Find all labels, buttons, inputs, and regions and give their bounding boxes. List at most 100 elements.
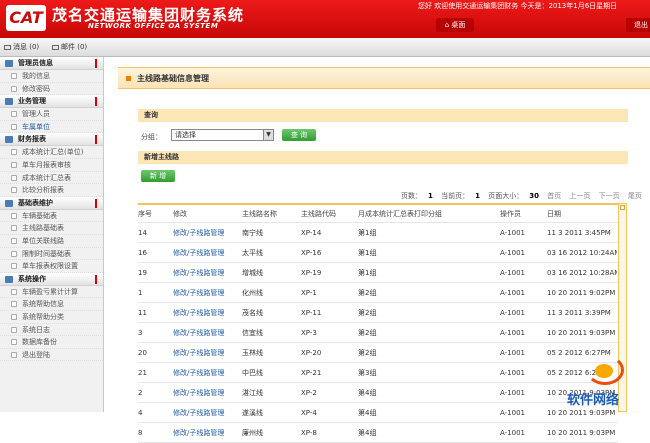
sidebar-item-label: 主线路基础表 (22, 224, 64, 233)
sidebar-item[interactable]: 数据库备份 (0, 336, 103, 349)
chevron-down-icon: ▼ (263, 130, 273, 140)
section-accent-mark (95, 135, 97, 145)
table-cell: A-1001 (500, 369, 525, 377)
last-page-link[interactable]: 尾页 (628, 192, 642, 200)
column-header: 月成本统计汇总表打印分组 (358, 210, 442, 218)
next-page-link[interactable]: 下一页 (599, 192, 620, 200)
page-title-bar: 主线路基础信息管理 (118, 67, 650, 89)
category-select[interactable]: 请选择 ▼ (171, 129, 274, 141)
sidebar-item-label: 车辆盈亏累计计算 (22, 287, 78, 296)
sidebar-item[interactable]: 主线路基础表 (0, 222, 103, 235)
table-cell: 第2组 (358, 309, 377, 317)
edit-link[interactable]: 修改/子线路管理 (173, 403, 239, 422)
sidebar-item[interactable]: 我的信息 (0, 70, 103, 83)
sidebar-item[interactable]: 退出登陆 (0, 349, 103, 362)
messages-label: 消息 (0) (13, 43, 40, 51)
sidebar-section-header[interactable]: 基础表维护 (0, 196, 103, 210)
desktop-button[interactable]: ⌂ 桌面 (436, 18, 474, 32)
sidebar-item[interactable]: 车属单位 (0, 121, 103, 134)
add-section-header: 新增主线路 (138, 151, 628, 164)
query-button[interactable]: 查 询 (282, 129, 316, 141)
sidebar-item[interactable]: 比较分析报表 (0, 184, 103, 197)
routes-table: 序号 修改 主线路名称 主线路代码 月成本统计汇总表打印分组 操作员 日期 14 修改/子线路管… (138, 203, 618, 443)
page-icon (11, 225, 17, 232)
edit-link[interactable]: 修改/子线路管理 (173, 423, 239, 442)
table-cell: XP-19 (301, 269, 322, 277)
edit-link[interactable]: 修改/子线路管理 (173, 363, 239, 382)
sidebar-item[interactable]: 修改密码 (0, 83, 103, 96)
sidebar-item[interactable]: 单位关联线路 (0, 235, 103, 248)
sidebar-section-header[interactable]: 系统操作 (0, 272, 103, 286)
table-cell: 第1组 (358, 229, 377, 237)
sidebar-item[interactable]: 单车报表权限设置 (0, 260, 103, 273)
edit-link[interactable]: 修改/子线路管理 (173, 223, 239, 242)
table-cell: 廉州线 (242, 429, 263, 437)
table-cell: A-1001 (500, 309, 525, 317)
column-header: 主线路名称 (242, 210, 277, 218)
edit-link[interactable]: 修改/子线路管理 (173, 383, 239, 402)
page-icon (11, 187, 17, 194)
table-cell: XP-2 (301, 389, 317, 397)
section-accent-mark (95, 198, 97, 208)
sidebar-item[interactable]: 管理人员 (0, 108, 103, 121)
table-row: 14 修改/子线路管理 南宁线 XP-14 第1组 A-1001 11 3 2011 3:4… (138, 223, 618, 243)
table-cell: A-1001 (500, 409, 525, 417)
first-page-link[interactable]: 首页 (547, 192, 561, 200)
table-cell: 03 16 2012 10:28AM (547, 269, 617, 277)
table-cell: XP-14 (301, 229, 322, 237)
table-cell: 化州线 (242, 289, 263, 297)
table-cell: 21 (138, 369, 147, 377)
table-cell: A-1001 (500, 229, 525, 237)
company-logo: CAT (6, 5, 46, 31)
sidebar-item[interactable]: 单车月报表审核 (0, 159, 103, 172)
sidebar-item[interactable]: 车辆基础表 (0, 210, 103, 223)
sidebar-item[interactable]: 系统帮助分类 (0, 311, 103, 324)
table-row: 16 修改/子线路管理 太平线 XP-16 第1组 A-1001 03 16 2012 10… (138, 243, 618, 263)
section-accent-mark (95, 59, 97, 68)
table-cell: A-1001 (500, 389, 525, 397)
watermark-dot-icon (595, 364, 613, 378)
sidebar-item[interactable]: 系统日志 (0, 324, 103, 337)
sidebar-section-header[interactable]: 管理员信息 (0, 57, 103, 70)
table-cell: XP-16 (301, 249, 322, 257)
column-header: 操作员 (500, 210, 521, 218)
sidebar-item[interactable]: 车辆盈亏累计计算 (0, 286, 103, 299)
sidebar-item-label: 管理人员 (22, 110, 50, 119)
table-row: 19 修改/子线路管理 增城线 XP-19 第1组 A-1001 03 16 2012 10… (138, 263, 618, 283)
sidebar-item[interactable]: 成本统计汇总表 (0, 172, 103, 185)
sidebar-item-label: 退出登陆 (22, 350, 50, 359)
prev-page-link[interactable]: 上一页 (569, 192, 590, 200)
table-cell: 第4组 (358, 409, 377, 417)
page-icon (11, 250, 17, 257)
section-accent-mark (95, 97, 97, 107)
page-icon (11, 123, 17, 130)
page-title: 主线路基础信息管理 (137, 74, 209, 83)
mail-link[interactable]: 邮件 (0) (52, 42, 87, 52)
add-button[interactable]: 新 增 (141, 170, 175, 182)
section-accent-mark (95, 274, 97, 284)
category-label: 分组： (141, 133, 162, 141)
edit-link[interactable]: 修改/子线路管理 (173, 283, 239, 302)
column-header: 日期 (547, 210, 561, 218)
sidebar-item[interactable]: 限制时间基础表 (0, 248, 103, 261)
edit-link[interactable]: 修改/子线路管理 (173, 243, 239, 262)
sidebar-item[interactable]: 成本统计汇总(单位) (0, 146, 103, 159)
edit-link[interactable]: 修改/子线路管理 (173, 343, 239, 362)
edit-link[interactable]: 修改/子线路管理 (173, 323, 239, 342)
top-banner: CAT 茂名交通运输集团财务系统 NETWORK OFFICE OA SYSTE… (0, 0, 650, 38)
edit-link[interactable]: 修改/子线路管理 (173, 263, 239, 282)
edit-link[interactable]: 修改/子线路管理 (173, 303, 239, 322)
page-icon (11, 212, 17, 219)
sidebar-section-header[interactable]: 业务管理 (0, 95, 103, 109)
scroll-up-icon[interactable] (620, 205, 625, 210)
table-header: 序号 修改 主线路名称 主线路代码 月成本统计汇总表打印分组 操作员 日期 (138, 205, 618, 223)
exit-button[interactable]: 退出 (626, 18, 650, 32)
sidebar-item-label: 系统日志 (22, 325, 50, 334)
sidebar-item[interactable]: 系统帮助信息 (0, 298, 103, 311)
sidebar-section-header[interactable]: 财务报表 (0, 133, 103, 147)
page-icon (11, 161, 17, 168)
table-row: 3 修改/子线路管理 信宜线 XP-3 第2组 A-1001 10 20 2011 9:03… (138, 323, 618, 343)
messages-link[interactable]: 消息 (0) (4, 42, 39, 52)
page-icon (11, 111, 17, 118)
page-icon (11, 174, 17, 181)
